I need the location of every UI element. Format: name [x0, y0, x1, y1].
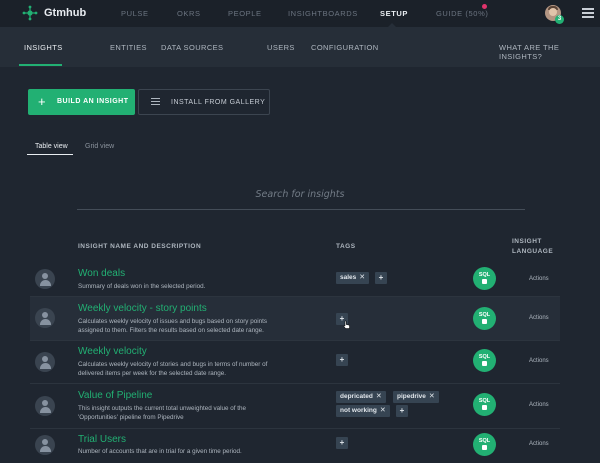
insight-description: Calculates weekly velocity of issues and… [78, 318, 268, 334]
active-tab-underline [19, 64, 62, 66]
build-insight-button[interactable]: + BUILD AN INSIGHT [28, 89, 135, 115]
grid-view-tab[interactable]: Grid view [85, 143, 114, 150]
insight-title[interactable]: Weekly velocity - story points [78, 303, 207, 314]
list-icon [151, 98, 160, 106]
brand-name[interactable]: Gtmhub [44, 7, 86, 19]
actions-menu[interactable]: Actions [529, 315, 549, 321]
add-tag-button[interactable]: + [396, 405, 408, 417]
tab-configuration[interactable]: CONFIGURATION [311, 43, 379, 52]
table-row[interactable]: Won deals Summary of deals won in the se… [30, 262, 560, 296]
sql-database-icon[interactable]: SQL [473, 393, 496, 416]
search-underline [77, 209, 525, 210]
setup-subnavigation: INSIGHTS ENTITIES DATA SOURCES USERS CON… [0, 27, 600, 67]
sql-database-icon[interactable]: SQL [473, 267, 496, 290]
plus-icon: + [38, 94, 46, 109]
insight-description: Calculates weekly velocity of stories an… [78, 361, 268, 377]
help-link[interactable]: WHAT ARE THE INSIGHTS? [499, 43, 600, 61]
avatar-badge: 3 [555, 15, 564, 24]
nav-guide[interactable]: GUIDE (50%) [436, 9, 488, 18]
table-row[interactable]: Value of Pipeline This insight outputs t… [30, 384, 560, 428]
user-avatar-icon [35, 308, 55, 328]
active-view-underline [27, 154, 73, 155]
insight-description: Number of accounts that are in trial for… [78, 448, 242, 455]
sql-database-icon[interactable]: SQL [473, 433, 496, 456]
top-navigation-bar: Gtmhub PULSE OKRS PEOPLE INSIGHTBOARDS S… [0, 0, 600, 28]
sql-database-icon[interactable]: SQL [473, 349, 496, 372]
tab-entities[interactable]: ENTITIES [110, 43, 147, 52]
tab-insights[interactable]: INSIGHTS [24, 43, 63, 52]
gtmhub-logo-icon[interactable] [22, 5, 38, 21]
table-row[interactable]: Weekly velocity Calculates weekly veloci… [30, 341, 560, 383]
insight-description: Summary of deals won in the selected per… [78, 283, 206, 290]
user-avatar-icon [35, 352, 55, 372]
sql-database-icon[interactable]: SQL [473, 307, 496, 330]
user-avatar-icon [35, 269, 55, 289]
table-view-tab[interactable]: Table view [35, 143, 68, 150]
actions-menu[interactable]: Actions [529, 358, 549, 364]
hand-cursor-icon [343, 320, 350, 329]
insight-title[interactable]: Won deals [78, 268, 125, 279]
tag-chip[interactable]: not working ✕ [336, 405, 390, 417]
header-language-line2: LANGUAGE [512, 248, 554, 255]
tag-chip[interactable]: pipedrive ✕ [393, 391, 439, 403]
hamburger-menu-icon[interactable] [582, 8, 594, 18]
build-insight-label: BUILD AN INSIGHT [57, 98, 129, 105]
remove-tag-icon[interactable]: ✕ [380, 407, 386, 414]
add-tag-button[interactable]: + [336, 437, 348, 449]
tab-users[interactable]: USERS [267, 43, 295, 52]
tab-data-sources[interactable]: DATA SOURCES [161, 43, 223, 52]
actions-menu[interactable]: Actions [529, 441, 549, 447]
header-tags: TAGS [336, 243, 356, 250]
remove-tag-icon[interactable]: ✕ [376, 393, 382, 400]
actions-menu[interactable]: Actions [529, 402, 549, 408]
remove-tag-icon[interactable]: ✕ [429, 393, 435, 400]
header-language-line1: INSIGHT [512, 238, 542, 245]
add-tag-button[interactable]: + [375, 272, 387, 284]
install-from-gallery-label: INSTALL FROM GALLERY [171, 99, 266, 106]
insight-title[interactable]: Weekly velocity [78, 346, 147, 357]
remove-tag-icon[interactable]: ✕ [359, 274, 365, 281]
nav-people[interactable]: PEOPLE [228, 9, 262, 18]
header-name-description: INSIGHT NAME AND DESCRIPTION [78, 243, 202, 250]
nav-insightboards[interactable]: INSIGHTBOARDS [288, 9, 358, 18]
insight-title[interactable]: Value of Pipeline [78, 390, 152, 401]
table-row[interactable]: Trial Users Number of accounts that are … [30, 429, 560, 463]
user-avatar-icon [35, 435, 55, 455]
nav-okrs[interactable]: OKRS [177, 9, 201, 18]
actions-menu[interactable]: Actions [529, 276, 549, 282]
table-row[interactable]: Weekly velocity - story points Calculate… [30, 297, 560, 340]
nav-setup[interactable]: SETUP [380, 9, 408, 18]
tag-chip[interactable]: sales ✕ [336, 272, 370, 284]
user-avatar-icon [35, 396, 55, 416]
notification-dot [482, 4, 487, 9]
add-tag-button[interactable]: + [336, 354, 348, 366]
nav-pulse[interactable]: PULSE [121, 9, 149, 18]
search-input[interactable] [210, 186, 390, 202]
install-from-gallery-button[interactable]: INSTALL FROM GALLERY [138, 89, 270, 115]
insight-title[interactable]: Trial Users [78, 434, 126, 445]
insight-description: This insight outputs the current total u… [78, 405, 247, 421]
tag-chip[interactable]: depricated ✕ [336, 391, 386, 403]
